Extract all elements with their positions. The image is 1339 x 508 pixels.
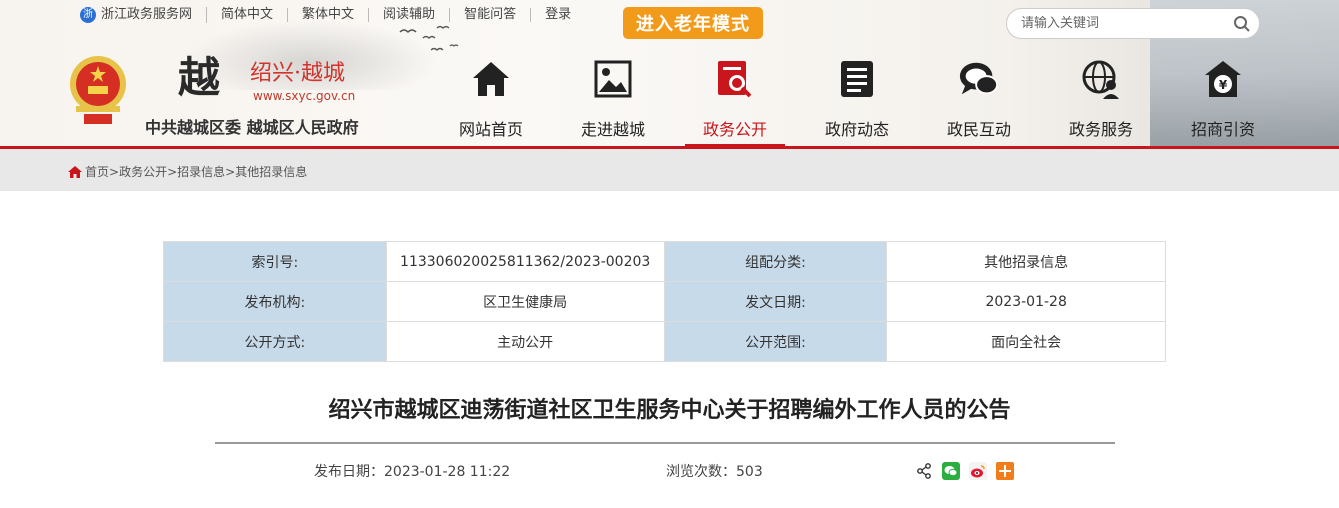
chat-icon — [958, 58, 1000, 100]
share-icon[interactable] — [915, 462, 933, 480]
nav-interaction[interactable]: 政民互动 — [918, 58, 1040, 146]
traditional-chinese-link[interactable]: 繁体中文 — [288, 8, 370, 22]
money-house-icon: ¥ — [1202, 58, 1244, 100]
globe-user-icon — [1080, 58, 1122, 100]
article-title: 绍兴市越城区迪荡街道社区卫生服务中心关于招聘编外工作人员的公告 — [328, 398, 1011, 423]
org-label: 发布机构: — [163, 281, 387, 322]
reading-aid-link[interactable]: 阅读辅助 — [369, 8, 451, 22]
portal-label: 浙江政务服务网 — [101, 7, 193, 22]
nav-news[interactable]: 政府动态 — [796, 58, 918, 146]
nav-gov-affairs[interactable]: 政务公开 — [674, 58, 796, 146]
nav-label: 政务公开 — [702, 120, 767, 139]
index-label: 索引号: — [163, 241, 387, 282]
login-link[interactable]: 登录 — [531, 8, 585, 22]
home-icon — [68, 165, 82, 178]
top-utility-bar: 浙 浙江政务服务网 简体中文 繁体中文 阅读辅助 智能问答 登录 — [80, 5, 585, 25]
table-row: 公开方式: 主动公开 公开范围: 面向全社会 — [163, 321, 1166, 362]
date-value: 2023-01-28 — [886, 281, 1166, 322]
birds-decoration — [399, 25, 459, 51]
news-icon — [836, 58, 878, 100]
index-value: 11330602002581136​2/2023-00203 — [385, 241, 665, 282]
simplified-chinese-link[interactable]: 简体中文 — [207, 8, 289, 22]
nav-label: 政民互动 — [946, 120, 1011, 139]
breadcrumb-separator: > — [225, 164, 236, 179]
title-divider — [215, 442, 1115, 444]
more-share-icon[interactable] — [996, 462, 1014, 480]
site-header: 浙 浙江政务服务网 简体中文 繁体中文 阅读辅助 智能问答 登录 进入老年模式 … — [0, 0, 1339, 146]
document-meta-table: 索引号: 11330602002581136​2/2023-00203 组配分类… — [163, 241, 1166, 362]
portal-link[interactable]: 浙 浙江政务服务网 — [80, 7, 208, 23]
breadcrumb-gov-affairs[interactable]: 政务公开 — [119, 163, 167, 180]
breadcrumb-bar: 首页 > 政务公开 > 招录信息 > 其他招录信息 — [0, 149, 1339, 191]
government-name: 中共越城区委 越城区人民政府 — [145, 118, 359, 137]
breadcrumb-recruitment[interactable]: 招录信息 — [177, 163, 225, 180]
breadcrumb-other-recruitment[interactable]: 其他招录信息 — [235, 163, 307, 180]
mode-label: 公开方式: — [163, 321, 387, 362]
search-box — [1006, 8, 1260, 39]
date-label: 发文日期: — [663, 281, 888, 322]
svg-text:¥: ¥ — [1219, 78, 1228, 92]
breadcrumb-separator: > — [109, 164, 120, 179]
category-label: 组配分类: — [663, 241, 888, 282]
nav-label: 政府动态 — [824, 120, 889, 139]
weibo-icon[interactable] — [969, 462, 987, 480]
nav-label: 政务服务 — [1068, 120, 1133, 139]
nav-label: 招商引资 — [1190, 120, 1255, 139]
zhejiang-portal-icon: 浙 — [80, 7, 96, 23]
document-search-icon — [714, 58, 756, 100]
smart-qa-link[interactable]: 智能问答 — [450, 8, 532, 22]
share-bar — [915, 462, 1014, 480]
breadcrumb-home[interactable]: 首页 — [85, 163, 109, 180]
elder-mode-button[interactable]: 进入老年模式 — [623, 7, 763, 39]
scope-value: 面向全社会 — [886, 321, 1166, 362]
publish-date: 发布日期：2023-01-28 11:22 — [314, 464, 511, 480]
search-icon[interactable] — [1225, 9, 1259, 38]
yue-logo: 越 — [178, 53, 221, 102]
view-count: 浏览次数：503 — [666, 464, 763, 480]
breadcrumb: 首页 > 政务公开 > 招录信息 > 其他招录信息 — [68, 163, 307, 180]
nav-services[interactable]: 政务服务 — [1040, 58, 1162, 146]
nav-label: 网站首页 — [458, 120, 523, 139]
nav-label: 走进越城 — [580, 120, 645, 139]
org-value: 区卫生健康局 — [385, 281, 665, 322]
wechat-icon[interactable] — [942, 462, 960, 480]
national-emblem-icon — [70, 56, 126, 124]
category-value: 其他招录信息 — [886, 241, 1166, 282]
table-row: 发布机构: 区卫生健康局 发文日期: 2023-01-28 — [163, 281, 1166, 322]
picture-icon — [592, 58, 634, 100]
breadcrumb-separator: > — [167, 164, 178, 179]
site-url: www.sxyc.gov.cn — [253, 89, 356, 103]
home-icon — [470, 58, 512, 100]
scope-label: 公开范围: — [663, 321, 888, 362]
table-row: 索引号: 11330602002581136​2/2023-00203 组配分类… — [163, 241, 1166, 282]
site-brand-name: 绍兴·越城 — [250, 61, 345, 86]
nav-investment[interactable]: ¥ 招商引资 — [1162, 58, 1284, 146]
main-nav: 网站首页 走进越城 政务公开 政府动态 政民互动 政务服务 ¥ 招商引资 — [430, 58, 1284, 146]
nav-home[interactable]: 网站首页 — [430, 58, 552, 146]
nav-about[interactable]: 走进越城 — [552, 58, 674, 146]
search-input[interactable] — [1007, 16, 1225, 31]
mode-value: 主动公开 — [385, 321, 665, 362]
